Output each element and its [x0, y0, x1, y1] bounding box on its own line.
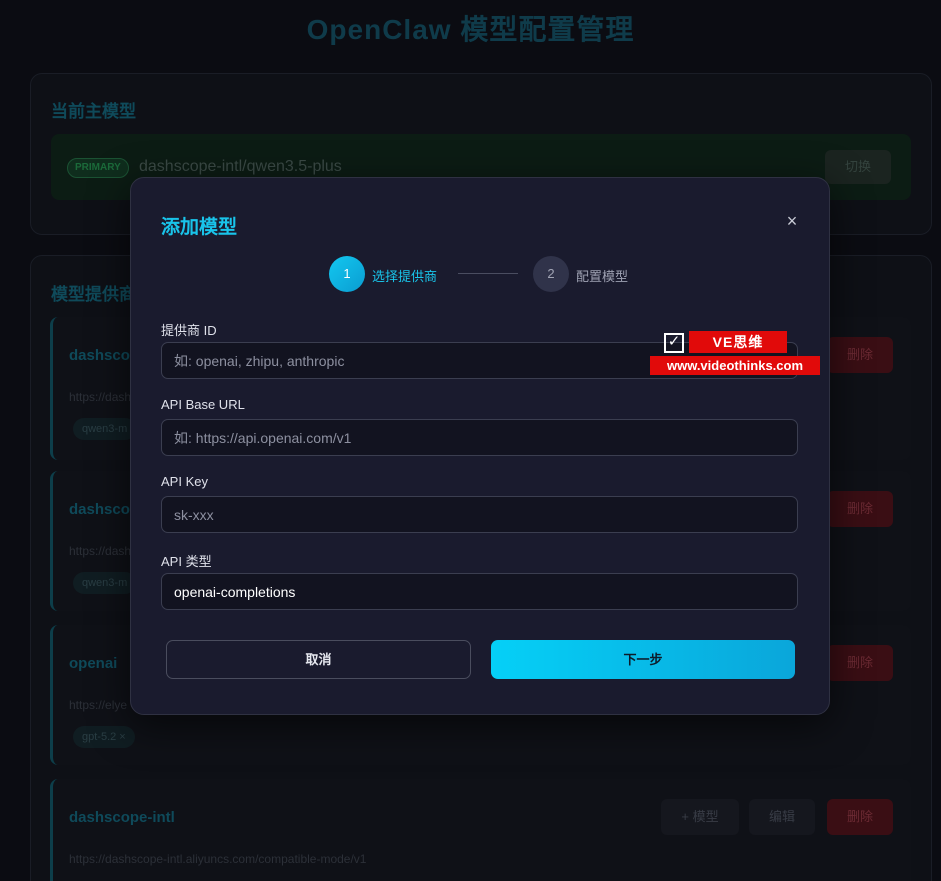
step-number: 2	[533, 256, 569, 292]
provider-url: https://elye	[69, 698, 128, 712]
api-key-label: API Key	[161, 474, 208, 489]
provider-name: dashscope-intl	[69, 809, 175, 826]
next-step-button[interactable]: 下一步	[491, 640, 795, 679]
primary-section-title: 当前主模型	[51, 102, 136, 121]
add-model-button[interactable]: + 模型	[661, 799, 739, 835]
api-type-select[interactable]	[161, 573, 798, 610]
step-label: 配置模型	[576, 269, 629, 284]
switch-button[interactable]: 切换	[825, 150, 891, 184]
dialog-title: 添加模型	[161, 217, 238, 238]
model-tag[interactable]: gpt-5.2 ×	[73, 726, 135, 748]
step-number: 1	[329, 256, 365, 292]
api-key-input[interactable]	[161, 496, 798, 533]
step-2: 2 配置模型	[533, 256, 643, 292]
api-type-label: API 类型	[161, 554, 212, 569]
model-tag[interactable]: qwen3-m	[73, 418, 137, 440]
watermark-brand: VE思维	[689, 331, 787, 353]
watermark-url: www.videothinks.com	[650, 356, 820, 375]
provider-url: https://dash	[69, 544, 132, 558]
delete-button[interactable]: 删除	[827, 645, 893, 681]
provider-card: dashscope-intl https://dashscope-intl.al…	[50, 779, 911, 881]
provider-name: openai	[69, 655, 118, 672]
delete-button[interactable]: 删除	[827, 491, 893, 527]
checkbox-icon: ✓	[664, 333, 684, 353]
delete-button[interactable]: 删除	[827, 337, 893, 373]
add-model-dialog: 添加模型 × 1 选择提供商 2 配置模型 提供商 ID API Base UR…	[130, 177, 830, 715]
close-icon[interactable]: ×	[781, 210, 803, 232]
provider-url: https://dashscope-intl.aliyuncs.com/comp…	[69, 852, 367, 866]
edit-button[interactable]: 编辑	[749, 799, 815, 835]
cancel-button[interactable]: 取消	[166, 640, 471, 679]
provider-id-label: 提供商 ID	[161, 323, 217, 338]
delete-button[interactable]: 删除	[827, 799, 893, 835]
step-connector	[458, 273, 518, 274]
step-1: 1 选择提供商	[329, 256, 449, 292]
base-url-label: API Base URL	[161, 397, 245, 412]
provider-url: https://dash	[69, 390, 132, 404]
primary-badge: PRIMARY	[67, 158, 129, 178]
base-url-input[interactable]	[161, 419, 798, 456]
app-title: OpenClaw 模型配置管理	[306, 14, 635, 45]
primary-model-name: dashscope-intl/qwen3.5-plus	[139, 158, 342, 175]
providers-section-title: 模型提供商	[51, 285, 136, 304]
step-label: 选择提供商	[372, 269, 438, 284]
model-tag[interactable]: qwen3-m	[73, 572, 137, 594]
app-page: OpenClaw 模型配置管理 当前主模型 PRIMARY dashscope-…	[0, 0, 941, 881]
watermark: ✓ VE思维 www.videothinks.com	[650, 331, 820, 375]
